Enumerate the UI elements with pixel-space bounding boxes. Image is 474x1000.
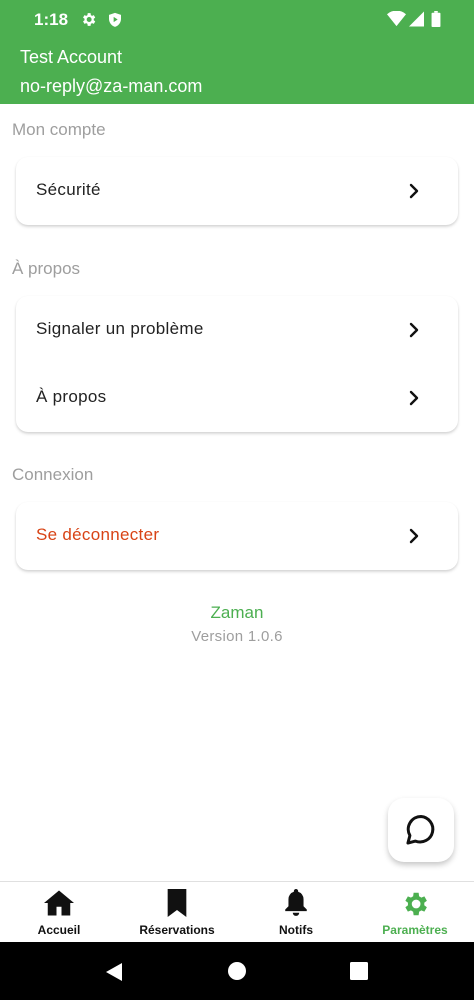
connection-card: Se déconnecter <box>16 502 458 570</box>
nav-home-label: Accueil <box>37 923 81 937</box>
chevron-right-icon <box>409 183 419 199</box>
home-circle-icon[interactable] <box>228 962 246 980</box>
system-navigation-bar <box>0 942 474 1000</box>
recents-icon[interactable] <box>350 962 368 980</box>
report-problem-item[interactable]: Signaler un problème <box>16 296 458 364</box>
signal-icon <box>409 11 424 27</box>
account-email: no-reply@za-man.com <box>20 76 203 96</box>
nav-reservations-label: Réservations <box>139 923 215 937</box>
shield-play-icon <box>109 12 121 27</box>
logout-label: Se déconnecter <box>36 525 160 544</box>
about-label: À propos <box>36 387 107 406</box>
security-item[interactable]: Sécurité <box>16 157 458 225</box>
section-title-connection: Connexion <box>12 465 94 484</box>
app-name: Zaman <box>210 603 264 622</box>
nav-settings[interactable]: Paramètres <box>356 882 474 943</box>
bell-icon <box>285 889 307 916</box>
section-title-about: À propos <box>12 259 81 278</box>
about-card: Signaler un problème À propos <box>16 296 458 432</box>
chat-bubble-icon <box>406 814 435 845</box>
logout-item[interactable]: Se déconnecter <box>16 502 458 570</box>
account-name: Test Account <box>20 47 123 67</box>
chevron-right-icon <box>409 528 419 544</box>
chat-button[interactable] <box>388 798 454 862</box>
status-bar: 1:18 <box>0 0 474 38</box>
chevron-right-icon <box>409 322 419 338</box>
account-card: Sécurité <box>16 157 458 225</box>
bookmark-icon <box>167 889 187 917</box>
app-version: Version 1.0.6 <box>191 628 283 645</box>
bottom-navigation: Accueil Réservations Notifs Paramètres <box>0 881 474 942</box>
nav-notifs-label: Notifs <box>279 923 313 937</box>
battery-icon <box>431 11 441 27</box>
section-title-account: Mon compte <box>12 120 106 139</box>
back-icon[interactable] <box>104 962 124 982</box>
security-label: Sécurité <box>36 180 101 199</box>
nav-reservations[interactable]: Réservations <box>118 882 236 943</box>
account-header: Test Account no-reply@za-man.com <box>0 38 474 104</box>
wifi-icon <box>387 11 406 27</box>
chevron-right-icon <box>409 390 419 406</box>
about-item[interactable]: À propos <box>16 364 458 432</box>
home-icon <box>44 890 74 916</box>
nav-home[interactable]: Accueil <box>0 882 118 943</box>
gear-icon <box>405 892 427 916</box>
nav-settings-label: Paramètres <box>382 923 448 937</box>
settings-status-icon <box>83 13 96 26</box>
status-time: 1:18 <box>34 10 69 29</box>
nav-notifs[interactable]: Notifs <box>237 882 355 943</box>
report-problem-label: Signaler un problème <box>36 319 204 338</box>
